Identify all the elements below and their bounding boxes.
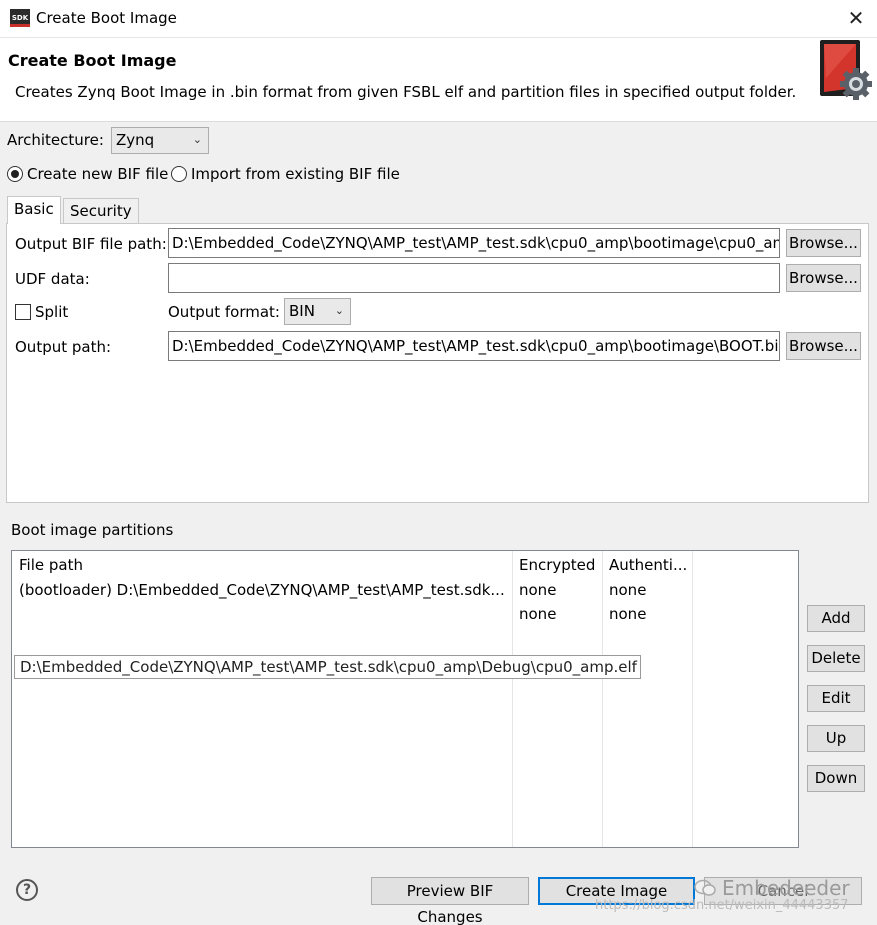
- column-header-encrypted[interactable]: Encrypted: [519, 556, 595, 574]
- chevron-down-icon: ⌄: [192, 133, 202, 146]
- boot-image-gear-icon: [820, 40, 872, 100]
- udf-data-browse-button[interactable]: Browse...: [786, 264, 861, 292]
- window-title: Create Boot Image: [36, 9, 177, 27]
- header-title: Create Boot Image: [8, 51, 177, 70]
- chevron-down-icon: ⌄: [334, 304, 344, 317]
- title-bar: SDK Create Boot Image ✕: [0, 0, 877, 38]
- output-bif-label: Output BIF file path:: [15, 235, 167, 253]
- help-icon[interactable]: ?: [16, 879, 38, 901]
- row-file-path: (bootloader) D:\Embedded_Code\ZYNQ\AMP_t…: [19, 581, 505, 599]
- watermark-brand: Embedeeder: [722, 876, 850, 900]
- output-format-value: BIN: [289, 302, 315, 320]
- partitions-table[interactable]: File path Encrypted Authenti... (bootloa…: [11, 550, 799, 848]
- header-description: Creates Zynq Boot Image in .bin format f…: [15, 83, 797, 101]
- row-encrypted: none: [519, 605, 557, 623]
- preview-bif-changes-button[interactable]: Preview BIF Changes: [371, 877, 529, 925]
- row-encrypted: none: [519, 581, 557, 599]
- output-bif-path-field[interactable]: D:\Embedded_Code\ZYNQ\AMP_test\AMP_test.…: [168, 228, 780, 258]
- column-header-authentication[interactable]: Authenti...: [609, 556, 689, 574]
- dialog-header: Create Boot Image Creates Zynq Boot Imag…: [0, 38, 877, 122]
- architecture-value: Zynq: [116, 131, 155, 149]
- output-format-label: Output format:: [168, 303, 280, 321]
- move-up-button[interactable]: Up: [807, 725, 865, 752]
- sdk-app-icon: SDK: [10, 9, 30, 27]
- architecture-label: Architecture:: [7, 131, 104, 149]
- row-authentication: none: [609, 581, 647, 599]
- close-icon[interactable]: ✕: [845, 7, 867, 29]
- udf-data-field[interactable]: [168, 263, 780, 293]
- row-authentication: none: [609, 605, 647, 623]
- tab-security[interactable]: Security: [63, 198, 139, 224]
- watermark-url: https://blog.csdn.net/weixin_44443357: [595, 898, 849, 913]
- table-row[interactable]: none none D:\Embedded_Code\ZYNQ\AMP_test…: [12, 603, 798, 679]
- move-down-button[interactable]: Down: [807, 765, 865, 792]
- split-label[interactable]: Split: [35, 303, 68, 321]
- architecture-select[interactable]: Zynq ⌄: [111, 127, 209, 154]
- output-path-field[interactable]: D:\Embedded_Code\ZYNQ\AMP_test\AMP_test.…: [168, 331, 780, 361]
- add-partition-button[interactable]: Add: [807, 605, 865, 632]
- table-row[interactable]: (bootloader) D:\Embedded_Code\ZYNQ\AMP_t…: [12, 579, 798, 603]
- edit-partition-button[interactable]: Edit: [807, 685, 865, 712]
- output-path-browse-button[interactable]: Browse...: [786, 332, 861, 360]
- import-existing-bif-radio[interactable]: [171, 166, 187, 182]
- output-path-label: Output path:: [15, 338, 112, 356]
- boot-image-partitions-label: Boot image partitions: [11, 521, 174, 539]
- column-header-file-path[interactable]: File path: [19, 556, 83, 574]
- output-format-select[interactable]: BIN ⌄: [284, 298, 351, 325]
- split-checkbox[interactable]: [15, 304, 31, 320]
- chat-bubble-icon: [694, 879, 716, 896]
- udf-data-label: UDF data:: [15, 270, 90, 288]
- create-new-bif-label[interactable]: Create new BIF file: [27, 165, 168, 183]
- output-bif-browse-button[interactable]: Browse...: [786, 229, 861, 257]
- create-new-bif-radio[interactable]: [7, 166, 23, 182]
- row-file-path-tooltip: D:\Embedded_Code\ZYNQ\AMP_test\AMP_test.…: [14, 655, 641, 679]
- tab-basic[interactable]: Basic: [7, 196, 61, 224]
- import-existing-bif-label[interactable]: Import from existing BIF file: [191, 165, 400, 183]
- delete-partition-button[interactable]: Delete: [807, 645, 865, 672]
